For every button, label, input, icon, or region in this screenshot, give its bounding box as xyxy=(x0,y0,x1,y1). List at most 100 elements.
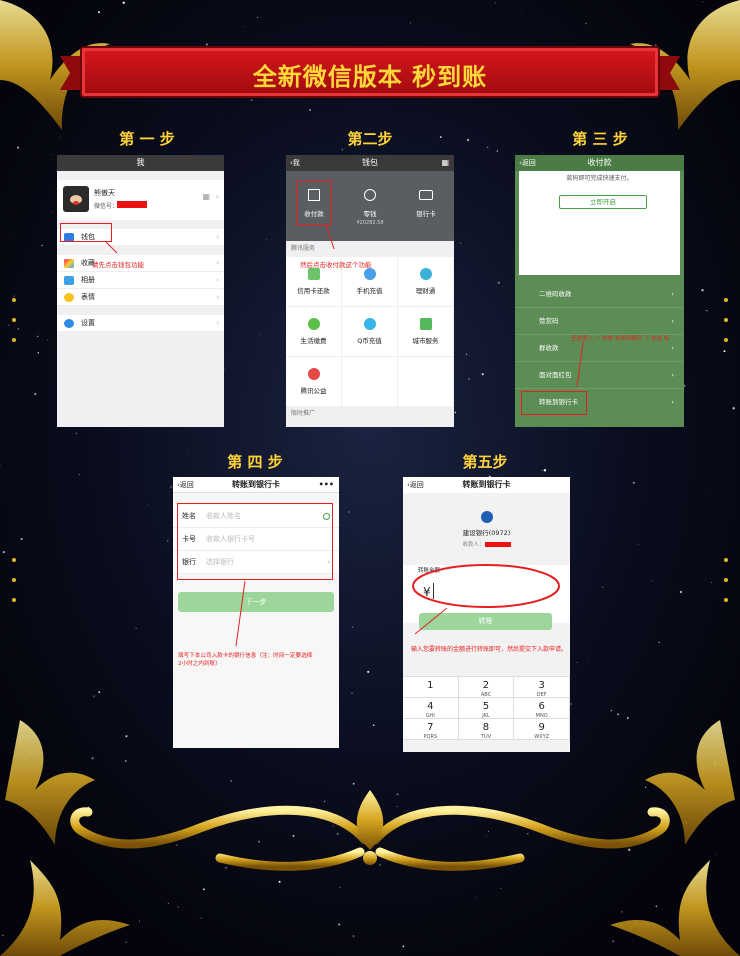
step-1-label: 第 一 步 xyxy=(119,130,175,148)
menu-item-settings[interactable]: 设置 › xyxy=(57,315,224,332)
arrow-icon xyxy=(576,341,584,388)
service-city[interactable]: 城市服务 xyxy=(398,307,454,357)
screenshot-step-5: ‹返回 转账到银行卡 建设银行(0972) 收款人： 转账金额 ¥ 转账 输入您要… xyxy=(403,477,570,752)
screenshot-step-4: ‹返回 转账到银行卡 ••• 姓名 收款人姓名 卡号 收款人银行卡号 银行 选择银行 › 下… xyxy=(173,477,339,748)
menu-item-stickers[interactable]: 表情 › xyxy=(57,289,224,306)
nav-bar: ‹我 钱包 ▦ xyxy=(286,155,454,171)
highlight-ellipse xyxy=(412,564,560,608)
service-charity[interactable]: 腾讯公益 xyxy=(286,357,342,407)
key-4[interactable]: 4 GHI xyxy=(403,698,459,719)
card-hint: 款码即可完成快速支付。 xyxy=(566,175,633,182)
menu-item-album[interactable]: 相册 › xyxy=(57,272,224,289)
chevron-right-icon: › xyxy=(216,259,219,267)
profile-card[interactable]: 熊傲天 微信号： ▦ › xyxy=(57,180,224,220)
redacted-id xyxy=(117,201,147,208)
title-banner: 全新微信版本 秒到账 xyxy=(60,48,680,96)
enable-button[interactable]: 立即开启 xyxy=(559,195,647,209)
back-button[interactable]: ‹我 xyxy=(290,155,300,171)
arrow-icon xyxy=(235,580,246,647)
nav-title: 收付款 xyxy=(587,158,612,167)
phone-icon xyxy=(363,268,376,280)
key-9[interactable]: 9 WXYZ xyxy=(514,719,570,740)
highlight-box xyxy=(296,181,332,225)
screenshot-step-2: ‹我 钱包 ▦ 收付款 零钱 ¥20282.58 银行卡 腾讯服务 信用卡还款 手机充… xyxy=(286,155,454,427)
nav-bar: ‹返回 收付款 xyxy=(515,155,684,171)
payee-label: 收款人： xyxy=(462,542,485,548)
service-qcoin[interactable]: Q币充值 xyxy=(342,307,398,357)
step-5-label: 第五步 xyxy=(462,453,508,471)
banner-body: 全新微信版本 秒到账 xyxy=(82,48,658,96)
nav-bar: ‹返回 转账到银行卡 ••• xyxy=(173,477,339,493)
nav-title: 转账到银行卡 xyxy=(232,480,280,489)
chevron-right-icon: › xyxy=(215,192,219,201)
back-button[interactable]: ‹返回 xyxy=(407,477,424,493)
wechat-id-label: 微信号： xyxy=(94,203,119,210)
step-4-note-line1: 填写下本公司入款卡的银行信息（注：时间一定要选择 xyxy=(178,653,313,659)
leaf-icon xyxy=(307,318,320,330)
step-2-label: 第二步 xyxy=(347,130,393,148)
chevron-right-icon: › xyxy=(216,276,219,284)
key-6[interactable]: 6 MNO xyxy=(514,698,570,719)
pay-code-card: 款码即可完成快速支付。 立即开启 xyxy=(519,171,680,275)
payee-info: 建设银行(0972) 收款人： xyxy=(403,493,570,551)
highlight-box xyxy=(521,391,587,415)
more-icon[interactable]: ••• xyxy=(319,477,334,493)
redacted-payee xyxy=(484,542,511,547)
nav-title: 我 xyxy=(136,158,145,167)
ccb-bank-icon xyxy=(480,511,493,523)
step-2-note: 然后点击收付款这个功能 xyxy=(300,261,372,269)
bank-name: 建设银行(0972) xyxy=(462,529,511,537)
screenshot-step-1: 我 熊傲天 微信号： ▦ › 钱包 › 收藏 › 相册 › 表情 › 设置 › 请先点击钱… xyxy=(57,155,224,427)
favorites-icon xyxy=(64,259,74,268)
highlight-box xyxy=(60,223,112,242)
step-3-label: 第 三 步 xyxy=(572,130,628,148)
service-wealth[interactable]: 理财通 xyxy=(398,257,454,307)
coin-icon xyxy=(364,189,376,201)
banner-title: 全新微信版本 秒到账 xyxy=(252,63,488,91)
drop-icon xyxy=(419,268,432,280)
album-icon xyxy=(64,276,74,285)
numeric-keypad: 1 2 ABC 3 DEF 4 GHI 5 JKL 6 MNO 7 PQRS 8 TUV 9 WXYZ xyxy=(403,676,570,740)
chevron-right-icon: › xyxy=(216,319,219,327)
services-grid: 信用卡还款 手机充值 理财通 生活缴费 Q币充值 城市服务 腾讯公益 xyxy=(286,257,454,407)
menu-qr-receive[interactable]: 二维码收款 › xyxy=(515,281,684,308)
menu-red-packet[interactable]: 面对面红包 › xyxy=(515,362,684,389)
nav-bar: 我 xyxy=(57,155,224,171)
next-button[interactable]: 下一步 xyxy=(178,592,334,612)
qr-code-icon[interactable]: ▦ xyxy=(441,155,449,171)
highlight-box xyxy=(177,503,333,580)
profile-name: 熊傲天 xyxy=(94,189,115,197)
key-8[interactable]: 8 TUV xyxy=(458,719,515,740)
step-1-note: 请先点击钱包功能 xyxy=(92,261,144,269)
step-3-note: 至这里入 一 作收 去转到银行 了 在此 标 xyxy=(571,336,670,342)
city-icon xyxy=(419,318,432,330)
nav-title: 转账到银行卡 xyxy=(462,480,511,489)
balance-button[interactable]: 零钱 ¥20282.58 xyxy=(342,171,398,241)
back-button[interactable]: ‹返回 xyxy=(519,155,536,171)
key-2[interactable]: 2 ABC xyxy=(458,677,515,698)
key-3[interactable]: 3 DEF xyxy=(514,677,570,698)
step-4-note-line2: 2小时之内到账） xyxy=(178,661,221,667)
screenshot-step-3: ‹返回 收付款 款码即可完成快速支付。 立即开启 二维码收款 › 赞赏码 › 群收款 ›… xyxy=(515,155,684,427)
chevron-right-icon: › xyxy=(216,293,219,301)
qr-code-icon[interactable]: ▦ xyxy=(202,192,210,201)
menu-group-3: 设置 › xyxy=(57,315,224,332)
key-1[interactable]: 1 xyxy=(403,677,459,698)
nav-title: 钱包 xyxy=(362,158,378,167)
nav-bar: ‹返回 转账到银行卡 xyxy=(403,477,570,493)
arrow-icon xyxy=(325,223,335,250)
credit-card-icon xyxy=(307,268,320,280)
arrow-icon xyxy=(414,607,448,635)
section-header: 腾讯服务 xyxy=(291,245,316,252)
key-5[interactable]: 5 JKL xyxy=(458,698,515,719)
key-7[interactable]: 7 PQRS xyxy=(403,719,459,740)
menu-reward-code[interactable]: 赞赏码 › xyxy=(515,308,684,335)
avatar xyxy=(63,186,89,212)
back-button[interactable]: ‹返回 xyxy=(177,477,194,493)
heart-icon xyxy=(307,368,320,380)
emoji-icon xyxy=(64,293,74,302)
chevron-right-icon: › xyxy=(216,233,219,241)
service-utilities[interactable]: 生活缴费 xyxy=(286,307,342,357)
bank-card-button[interactable]: 银行卡 xyxy=(398,171,454,241)
footer-section: 限时推广 xyxy=(291,410,316,417)
